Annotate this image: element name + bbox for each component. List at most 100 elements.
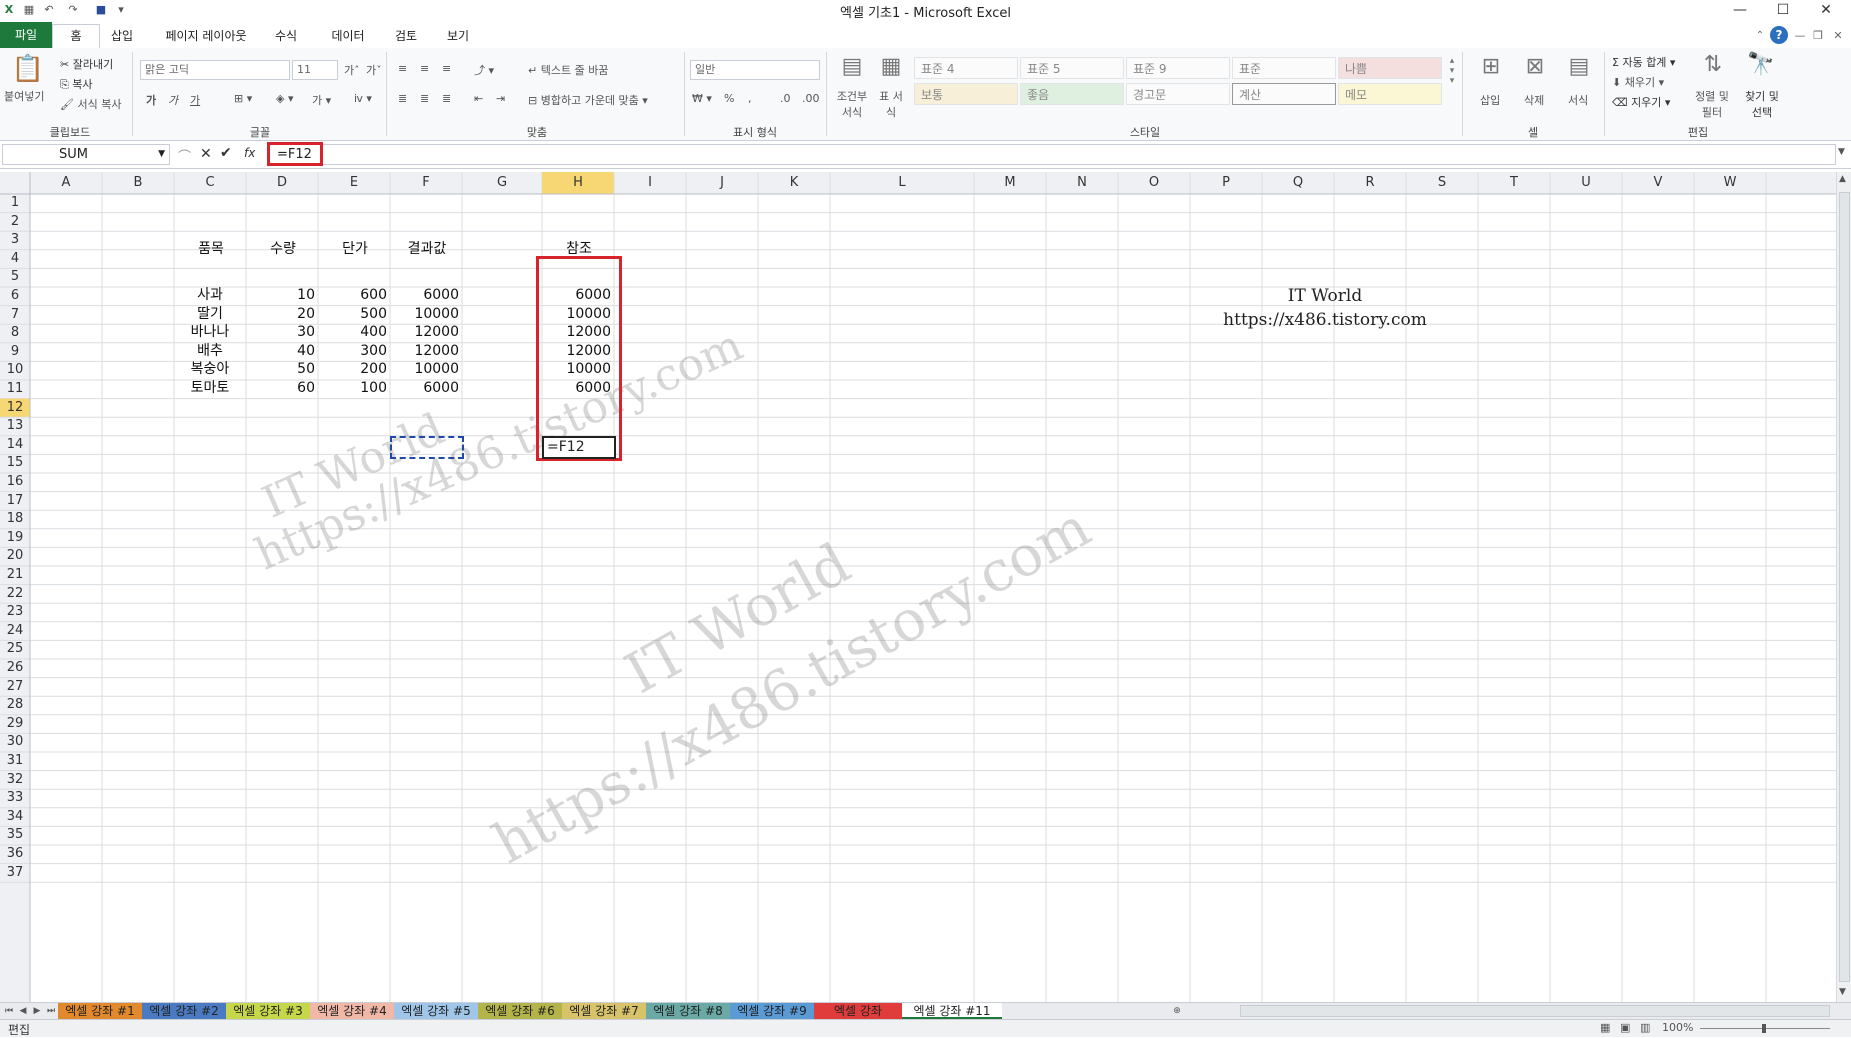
align-center-icon[interactable]: ≣ bbox=[420, 92, 429, 105]
row-header-35[interactable]: 35 bbox=[0, 826, 30, 845]
orientation-icon[interactable]: ⤴ ▾ bbox=[474, 62, 494, 78]
row-header-3[interactable]: 3 bbox=[0, 231, 30, 250]
column-header-p[interactable]: P bbox=[1190, 172, 1262, 194]
cell-qty[interactable]: 60 bbox=[246, 379, 318, 398]
formula-input[interactable]: =F12 bbox=[268, 144, 1836, 165]
minimize-button[interactable]: — bbox=[1723, 0, 1757, 22]
horizontal-scrollbar[interactable] bbox=[1240, 1005, 1830, 1017]
cell-style-normal[interactable]: 표준 bbox=[1232, 57, 1336, 79]
row-header-7[interactable]: 7 bbox=[0, 306, 30, 325]
autosum-button[interactable]: Σ 자동 합계 ▾ bbox=[1612, 54, 1675, 70]
cell-result[interactable]: 12000 bbox=[390, 323, 462, 342]
referenced-cell-f12[interactable] bbox=[390, 436, 464, 459]
cell-item[interactable]: 복숭아 bbox=[174, 360, 246, 379]
column-header-h[interactable]: H bbox=[542, 172, 614, 194]
cell-qty[interactable]: 20 bbox=[246, 305, 318, 324]
new-sheet-icon[interactable]: ⊕ bbox=[1168, 1003, 1186, 1019]
tab-insert[interactable]: 삽입 bbox=[104, 26, 140, 46]
header-price[interactable]: 단가 bbox=[319, 238, 391, 260]
cell-price[interactable]: 500 bbox=[318, 305, 390, 324]
worksheet-grid[interactable]: ABCDEFGHIJKLMNOPQRSTUVW 1 2 3 4 5 6 7 8 9 10 11 12 1… bbox=[0, 172, 1836, 1002]
sheet-tab-10[interactable]: 엑셀 강좌 #10 bbox=[814, 1003, 902, 1034]
cancel-entry-icon[interactable]: ✕ bbox=[200, 146, 212, 162]
view-normal-icon[interactable]: ▦ bbox=[1600, 1021, 1610, 1034]
row-header-25[interactable]: 25 bbox=[0, 640, 30, 659]
scroll-up-icon[interactable]: ▲ bbox=[1839, 174, 1846, 184]
cell-style-bad[interactable]: 나쁨 bbox=[1338, 57, 1442, 79]
row-header-31[interactable]: 31 bbox=[0, 752, 30, 771]
row-header-9[interactable]: 9 bbox=[0, 343, 30, 362]
row-header-30[interactable]: 30 bbox=[0, 733, 30, 752]
row-header-33[interactable]: 33 bbox=[0, 789, 30, 808]
header-qty[interactable]: 수량 bbox=[247, 238, 319, 260]
column-header-a[interactable]: A bbox=[30, 172, 102, 194]
column-header-k[interactable]: K bbox=[758, 172, 830, 194]
sheet-tab-6[interactable]: 엑셀 강좌 #6 bbox=[478, 1003, 562, 1019]
column-header-g[interactable]: G bbox=[462, 172, 542, 194]
cell-item[interactable]: 배추 bbox=[174, 342, 246, 361]
column-header-c[interactable]: C bbox=[174, 172, 246, 194]
sheet-tab-5[interactable]: 엑셀 강좌 #5 bbox=[394, 1003, 478, 1019]
cell-price[interactable]: 300 bbox=[318, 342, 390, 361]
align-middle-icon[interactable]: ≡ bbox=[420, 62, 429, 75]
cell-result[interactable]: 10000 bbox=[390, 360, 462, 379]
row-header-16[interactable]: 16 bbox=[0, 473, 30, 492]
first-sheet-icon[interactable]: ⏮ bbox=[2, 1003, 16, 1019]
cell-result[interactable]: 10000 bbox=[390, 305, 462, 324]
row-header-18[interactable]: 18 bbox=[0, 510, 30, 529]
row-header-29[interactable]: 29 bbox=[0, 715, 30, 734]
row-header-24[interactable]: 24 bbox=[0, 622, 30, 641]
tab-formulas[interactable]: 수식 bbox=[268, 26, 304, 46]
row-header-23[interactable]: 23 bbox=[0, 603, 30, 622]
cell-item[interactable]: 토마토 bbox=[174, 379, 246, 398]
doc-close-icon[interactable]: ✕ bbox=[1830, 26, 1846, 46]
cell-result[interactable]: 6000 bbox=[390, 286, 462, 305]
find-select-icon[interactable]: 🔭 bbox=[1744, 52, 1778, 77]
row-header-2[interactable]: 2 bbox=[0, 213, 30, 232]
column-header-t[interactable]: T bbox=[1478, 172, 1550, 194]
insert-cells-icon[interactable]: ⊞ bbox=[1474, 54, 1508, 79]
sheet-tab-8[interactable]: 엑셀 강좌 #8 bbox=[646, 1003, 730, 1019]
row-header-12[interactable]: 12 bbox=[0, 399, 30, 418]
row-header-17[interactable]: 17 bbox=[0, 492, 30, 511]
cell-qty[interactable]: 30 bbox=[246, 323, 318, 342]
table-format-button[interactable]: 표 서식 bbox=[876, 88, 906, 120]
conditional-format-icon[interactable]: ▤ bbox=[834, 54, 870, 79]
paste-icon[interactable]: 📋 bbox=[8, 54, 48, 84]
row-header-36[interactable]: 36 bbox=[0, 845, 30, 864]
view-page-break-icon[interactable]: ▥ bbox=[1640, 1021, 1650, 1034]
decrease-indent-icon[interactable]: ⇤ bbox=[474, 92, 483, 105]
confirm-entry-icon[interactable]: ✔ bbox=[220, 145, 232, 161]
cell-qty[interactable]: 50 bbox=[246, 360, 318, 379]
header-item[interactable]: 품목 bbox=[175, 238, 247, 260]
number-format-select[interactable]: 일반 bbox=[690, 60, 820, 80]
row-header-13[interactable]: 13 bbox=[0, 417, 30, 436]
currency-icon[interactable]: ₩ ▾ bbox=[692, 92, 712, 105]
row-header-26[interactable]: 26 bbox=[0, 659, 30, 678]
wrap-text-button[interactable]: ↵ 텍스트 줄 바꿈 bbox=[528, 62, 608, 78]
maximize-button[interactable]: ☐ bbox=[1766, 0, 1800, 22]
column-header-q[interactable]: Q bbox=[1262, 172, 1334, 194]
row-header-22[interactable]: 22 bbox=[0, 585, 30, 604]
sheet-tab-7[interactable]: 엑셀 강좌 #7 bbox=[562, 1003, 646, 1019]
zoom-slider-thumb[interactable] bbox=[1762, 1024, 1766, 1033]
column-header-o[interactable]: O bbox=[1118, 172, 1190, 194]
column-header-d[interactable]: D bbox=[246, 172, 318, 194]
tab-view[interactable]: 보기 bbox=[440, 26, 476, 46]
row-header-28[interactable]: 28 bbox=[0, 696, 30, 715]
next-sheet-icon[interactable]: ▶ bbox=[30, 1003, 44, 1019]
insert-function-icon[interactable]: fx bbox=[244, 146, 255, 160]
formula-expand-icon[interactable]: ▼ bbox=[1838, 147, 1845, 157]
increase-decimal-icon[interactable]: .0 bbox=[780, 92, 791, 105]
cell-item[interactable]: 딸기 bbox=[174, 305, 246, 324]
column-header-j[interactable]: J bbox=[686, 172, 758, 194]
insert-cells-button[interactable]: 삽입 bbox=[1480, 92, 1500, 108]
close-button[interactable]: ✕ bbox=[1809, 0, 1843, 22]
header-result[interactable]: 결과값 bbox=[391, 238, 463, 260]
grow-font-icon[interactable]: 가ˆ bbox=[344, 62, 360, 78]
cell-qty[interactable]: 40 bbox=[246, 342, 318, 361]
comma-icon[interactable]: , bbox=[748, 92, 752, 105]
row-header-34[interactable]: 34 bbox=[0, 808, 30, 827]
column-header-r[interactable]: R bbox=[1334, 172, 1406, 194]
scroll-thumb[interactable] bbox=[1839, 192, 1850, 982]
